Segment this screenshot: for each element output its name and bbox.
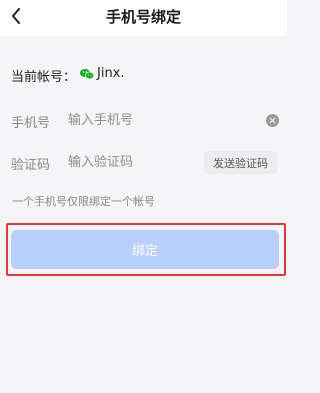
code-label: 验证码 xyxy=(11,158,51,173)
page-title: 手机号绑定 xyxy=(105,8,181,26)
current-account-row: 当前帐号： Jinx. xyxy=(0,36,287,100)
account-name: Jinx. xyxy=(97,66,125,81)
phone-binding-form: 手机号 验证码 发送验证码 xyxy=(0,100,287,183)
phone-input[interactable] xyxy=(68,108,248,132)
clear-icon[interactable] xyxy=(266,114,279,127)
current-account-label: 当前帐号： xyxy=(11,70,77,85)
binding-hint: 一个手机号仅限绑定一个帐号 xyxy=(12,195,155,208)
bind-button[interactable]: 绑定 xyxy=(11,230,279,269)
wechat-icon xyxy=(80,69,94,80)
phone-field-row: 手机号 xyxy=(0,100,287,140)
send-code-button[interactable]: 发送验证码 xyxy=(204,151,277,174)
phone-label: 手机号 xyxy=(11,116,51,131)
navigation-bar: 手机号绑定 xyxy=(0,0,287,36)
code-field-row: 验证码 发送验证码 xyxy=(0,142,287,182)
